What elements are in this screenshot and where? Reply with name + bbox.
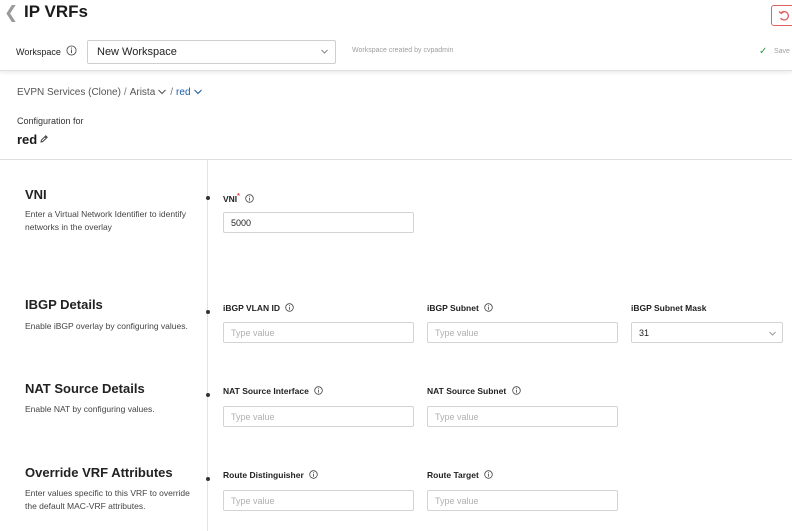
ibgp-subnet-input[interactable] [427, 322, 618, 343]
restore-icon [778, 10, 789, 21]
field-label-ibgp-subnet-text: iBGP Subnet [427, 303, 479, 313]
field-label-ibgp-subnet: iBGP Subnet [427, 303, 493, 313]
workspace-select[interactable]: New Workspace [87, 40, 336, 64]
workspace-bar: Workspace New Workspace Workspace create… [0, 34, 792, 71]
info-icon[interactable] [484, 303, 493, 312]
bullet-marker [206, 477, 210, 481]
vni-input[interactable] [223, 212, 414, 233]
top-bar: ❮ IP VRFs [0, 0, 792, 34]
ibgp-vlan-input[interactable] [223, 322, 414, 343]
info-icon[interactable] [245, 194, 255, 203]
field-label-nat-interface: NAT Source Interface [223, 386, 323, 396]
field-label-ibgp-mask: iBGP Subnet Mask [631, 303, 706, 313]
field-label-vni: VNI* [223, 192, 255, 204]
breadcrumb-item-evpn[interactable]: EVPN Services (Clone) [17, 87, 121, 98]
section-title-nat: NAT Source Details [25, 381, 145, 396]
bullet-marker [206, 196, 210, 200]
field-label-rd-text: Route Distinguisher [223, 470, 304, 480]
section-desc-vni: Enter a Virtual Network Identifier to id… [25, 209, 186, 232]
pencil-icon[interactable] [39, 134, 49, 144]
section-title-vni: VNI [25, 187, 47, 202]
workspace-label: Workspace [16, 47, 61, 57]
bullet-marker [206, 310, 210, 314]
chevron-down-icon [158, 89, 167, 95]
nat-interface-input[interactable] [223, 406, 414, 427]
header-divider [0, 159, 792, 160]
field-label-rt-text: Route Target [427, 470, 479, 480]
info-icon[interactable] [66, 45, 77, 56]
breadcrumb-label-arista: Arista [129, 87, 156, 98]
check-icon: ✓ [759, 46, 768, 57]
route-target-input[interactable] [427, 490, 618, 511]
info-icon[interactable] [285, 303, 295, 312]
info-icon[interactable] [484, 470, 493, 479]
breadcrumb-item-red[interactable]: red [176, 87, 202, 98]
field-label-ibgp-vlan: iBGP VLAN ID [223, 303, 295, 313]
save-status: Save [774, 48, 790, 55]
workspace-created-text: Workspace created by cvpadmin [352, 47, 454, 54]
workspace-select-value: New Workspace [97, 46, 177, 58]
required-mark: * [237, 192, 240, 200]
info-icon[interactable] [314, 386, 323, 395]
field-label-ibgp-vlan-text: iBGP VLAN ID [223, 303, 280, 313]
info-icon[interactable] [309, 470, 318, 479]
config-name: red [17, 132, 38, 147]
breadcrumb-label-red: red [176, 87, 191, 98]
page-title: IP VRFs [24, 2, 88, 21]
field-label-route-distinguisher: Route Distinguisher [223, 470, 318, 480]
info-icon[interactable] [511, 386, 521, 395]
chevron-down-icon [321, 49, 328, 54]
chevron-down-icon [193, 89, 202, 95]
section-desc-override: Enter values specific to this VRF to ove… [25, 488, 190, 511]
column-divider [207, 160, 208, 531]
route-distinguisher-input[interactable] [223, 490, 414, 511]
config-for-label: Configuration for [17, 116, 84, 126]
breadcrumb: EVPN Services (Clone) / Arista / red [17, 87, 203, 98]
field-label-nat-subnet-text: NAT Source Subnet [427, 386, 507, 396]
nat-subnet-input[interactable] [427, 406, 618, 427]
chevron-down-icon [769, 331, 776, 336]
ibgp-mask-value: 31 [639, 328, 650, 338]
section-desc-nat: Enable NAT by configuring values. [25, 404, 155, 414]
restore-button[interactable] [771, 5, 792, 26]
field-label-nat-interface-text: NAT Source Interface [223, 386, 309, 396]
ibgp-mask-select[interactable]: 31 [631, 322, 783, 343]
field-label-nat-subnet: NAT Source Subnet [427, 386, 521, 396]
field-label-ibgp-mask-text: iBGP Subnet Mask [631, 303, 707, 313]
back-icon[interactable]: ❮ [4, 3, 18, 23]
field-label-vni-text: VNI [223, 193, 238, 204]
breadcrumb-item-arista[interactable]: Arista [130, 87, 168, 98]
bullet-marker [206, 393, 210, 397]
section-desc-ibgp: Enable iBGP overlay by configuring value… [25, 321, 188, 331]
section-title-ibgp: IBGP Details [25, 297, 103, 312]
field-label-route-target: Route Target [427, 470, 493, 480]
section-title-override: Override VRF Attributes [25, 465, 173, 480]
